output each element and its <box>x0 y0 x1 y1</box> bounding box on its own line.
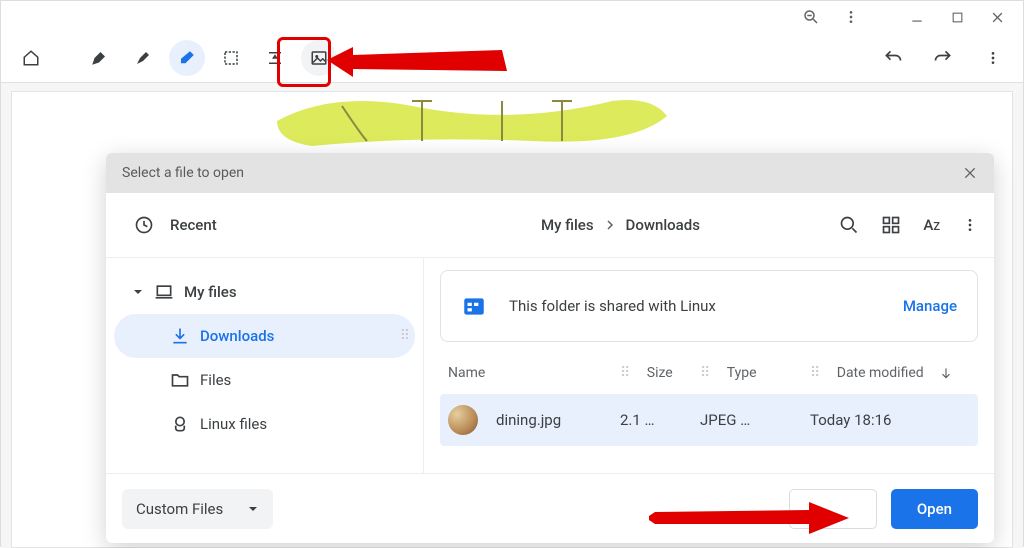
redo-button[interactable] <box>925 40 961 76</box>
filetype-label: Custom Files <box>136 500 223 518</box>
highlighter-tool[interactable] <box>125 40 161 76</box>
open-button[interactable]: Open <box>891 489 978 529</box>
laptop-icon <box>154 282 174 302</box>
pen-tool[interactable] <box>81 40 117 76</box>
column-grip-icon[interactable]: ⠿ <box>700 365 711 381</box>
folder-icon <box>170 370 190 390</box>
cancel-button[interactable]: Cancel <box>789 489 877 529</box>
dialog-content: This folder is shared with Linux Manage … <box>424 258 994 473</box>
sidebar-item-downloads[interactable]: Downloads ⠿ <box>114 314 415 358</box>
file-open-dialog: Select a file to open Recent My files Do… <box>106 153 994 543</box>
dialog-footer: Custom Files Cancel Open <box>106 473 994 543</box>
insert-image-tool[interactable] <box>301 40 337 76</box>
file-thumbnail <box>448 405 478 435</box>
clock-icon <box>134 215 154 235</box>
dialog-close-button[interactable] <box>962 165 978 181</box>
eraser-tool[interactable] <box>169 40 205 76</box>
home-button[interactable] <box>13 40 49 76</box>
sort-arrow-down-icon <box>939 366 953 380</box>
breadcrumb-root[interactable]: My files <box>541 216 594 234</box>
recent-label: Recent <box>170 216 217 234</box>
file-table-header: Name ⠿ Size ⠿ Type ⠿ Date modified <box>440 352 978 394</box>
grid-view-icon[interactable] <box>881 215 901 235</box>
open-label: Open <box>917 500 952 518</box>
sidebar-item-label: Linux files <box>200 415 267 433</box>
column-grip-icon[interactable]: ⠿ <box>810 365 821 381</box>
breadcrumb: My files Downloads <box>541 216 700 234</box>
shared-folder-icon <box>461 293 487 319</box>
column-grip-icon[interactable]: ⠿ <box>620 365 631 381</box>
sort-az-icon[interactable]: AZ <box>923 216 940 234</box>
dialog-sidebar: My files Downloads ⠿ Files Linux files <box>106 258 424 473</box>
breadcrumb-current: Downloads <box>626 216 700 234</box>
dialog-titlebar: Select a file to open <box>106 153 994 193</box>
toolbar-more-icon[interactable] <box>975 40 1011 76</box>
dropdown-caret-icon <box>247 503 259 515</box>
banner-text: This folder is shared with Linux <box>509 297 716 315</box>
search-icon[interactable] <box>839 215 859 235</box>
undo-button[interactable] <box>875 40 911 76</box>
sidebar-item-label: Downloads <box>200 327 274 345</box>
window-titlebar <box>1 1 1023 33</box>
file-name: dining.jpg <box>496 411 561 429</box>
chevron-down-icon <box>132 286 144 298</box>
file-type: JPEG … <box>700 411 750 429</box>
zoom-out-icon[interactable] <box>799 5 823 29</box>
chevron-right-icon <box>604 219 616 231</box>
window-minimize-icon[interactable] <box>905 5 929 29</box>
file-date: Today 18:16 <box>810 411 891 429</box>
col-size-label[interactable]: Size <box>647 365 673 381</box>
dialog-header-row: Recent My files Downloads AZ <box>106 193 994 257</box>
yellow-highlight-scribble <box>272 86 672 156</box>
col-date-label[interactable]: Date modified <box>837 365 924 381</box>
col-type-label[interactable]: Type <box>727 365 757 381</box>
linux-icon <box>170 414 190 434</box>
window-maximize-icon[interactable] <box>945 5 969 29</box>
sidebar-item-files[interactable]: Files <box>114 358 415 402</box>
recent-button[interactable]: Recent <box>122 215 217 235</box>
drag-handle-icon[interactable]: ⠿ <box>400 328 411 344</box>
linux-share-banner: This folder is shared with Linux Manage <box>440 270 978 342</box>
dialog-more-icon[interactable] <box>962 217 978 233</box>
file-size: 2.1 … <box>620 411 655 429</box>
dialog-title: Select a file to open <box>122 165 244 181</box>
sidebar-root-myfiles[interactable]: My files <box>114 270 415 314</box>
banner-manage-link[interactable]: Manage <box>903 297 957 315</box>
sidebar-item-linux[interactable]: Linux files <box>114 402 415 446</box>
col-name-label[interactable]: Name <box>448 365 485 381</box>
file-row[interactable]: dining.jpg 2.1 … JPEG … Today 18:16 <box>440 394 978 446</box>
editor-toolbar <box>1 33 1023 83</box>
download-icon <box>170 326 190 346</box>
window-close-icon[interactable] <box>985 5 1009 29</box>
sidebar-root-label: My files <box>184 283 237 301</box>
file-type-dropdown[interactable]: Custom Files <box>122 489 273 529</box>
more-vert-icon[interactable] <box>839 5 863 29</box>
select-tool[interactable] <box>213 40 249 76</box>
text-fit-tool[interactable] <box>257 40 293 76</box>
sidebar-item-label: Files <box>200 371 231 389</box>
